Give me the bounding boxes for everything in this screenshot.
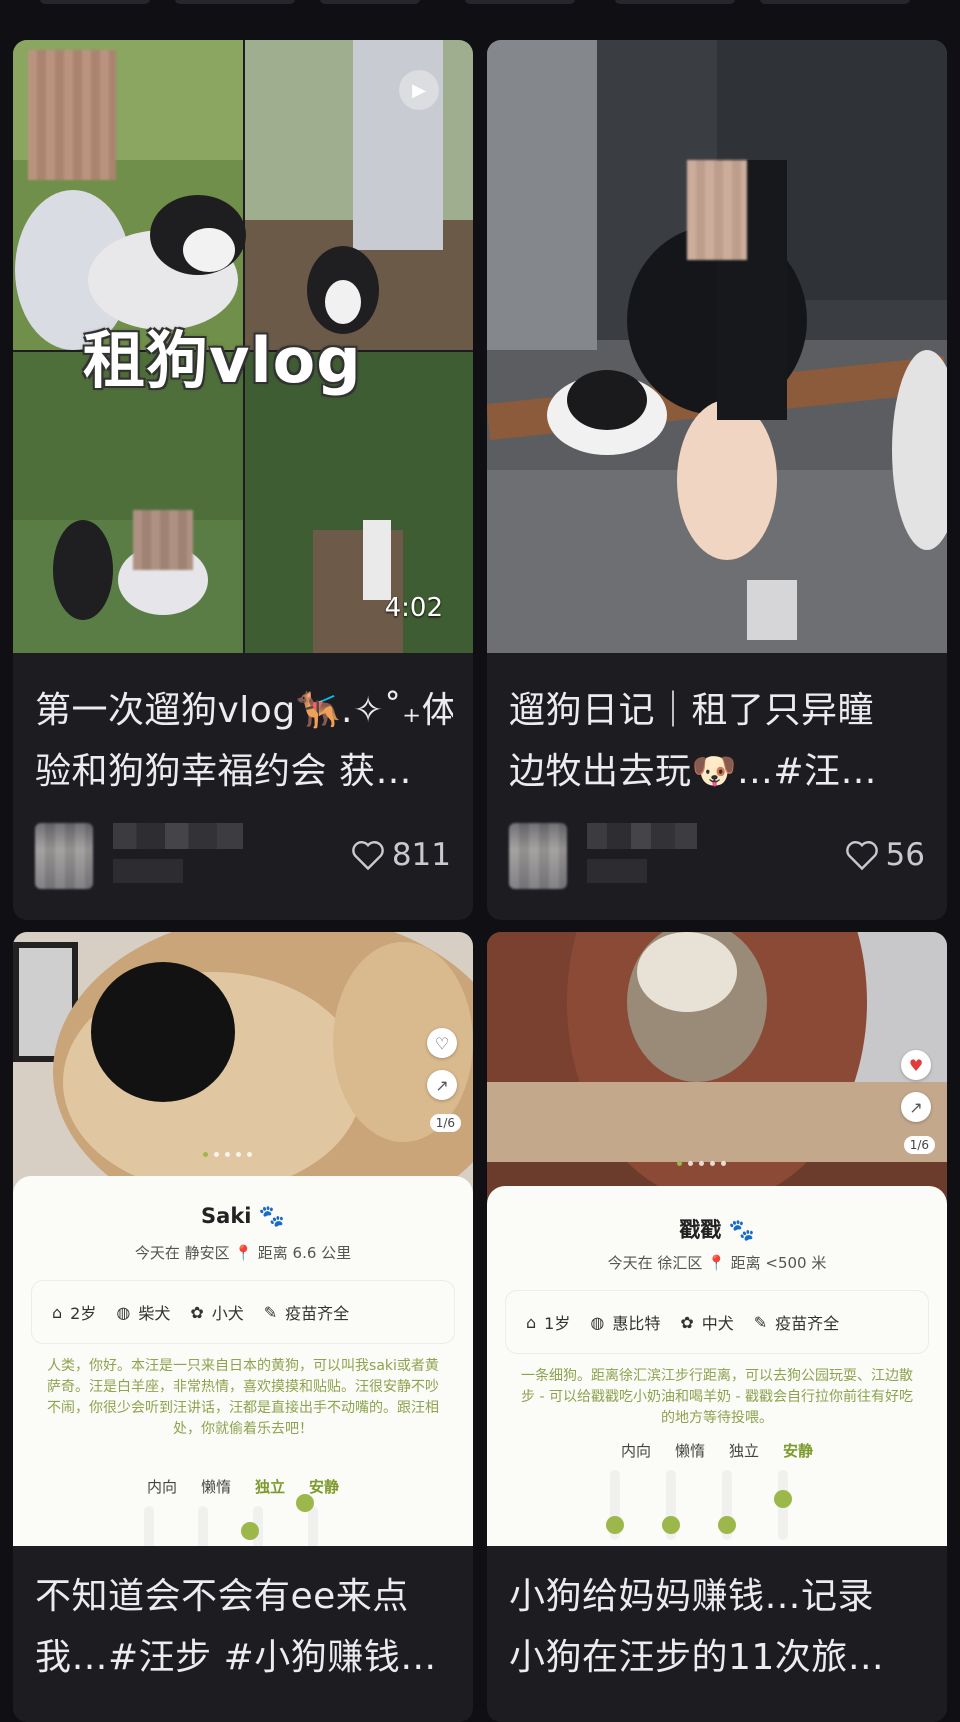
trait-level: [774, 1490, 792, 1508]
dog-face-icon: ◍: [590, 1312, 605, 1332]
age-attr: ⌂ 1岁: [526, 1312, 571, 1334]
vaccine-attr: ✎ 疫苗齐全: [753, 1312, 840, 1334]
note-meta: 56: [487, 815, 947, 895]
like-count: 811: [391, 837, 451, 873]
pet-location: 今天在 静安区 📍 距离 6.6 公里: [134, 1244, 352, 1262]
pet-attributes: ⌂ 2岁 ◍ 柴犬 ✿ 小犬 ✎ 疫苗齐全: [31, 1280, 455, 1344]
favorite-icon-active[interactable]: ♥: [901, 1050, 931, 1080]
cake-icon: ⌂: [52, 1302, 63, 1322]
pet-traits: 内向 懒惰 独立 安静: [620, 1442, 814, 1460]
share-icon[interactable]: ↗: [901, 1092, 931, 1122]
syringe-icon: ✎: [263, 1302, 278, 1322]
note-title[interactable]: 遛狗日记｜租了只异瞳 边牧出去玩🐶…#汪…: [509, 680, 927, 802]
like-count: 56: [885, 837, 925, 873]
author-avatar[interactable]: [509, 823, 567, 889]
note-title[interactable]: 小狗给妈妈赚钱…记录 小狗在汪步的11次旅…: [509, 1566, 927, 1688]
pet-traits: 内向 懒惰 独立 安静: [146, 1478, 340, 1496]
paw-icon: ✿: [680, 1312, 694, 1332]
breed-attr: ◍ 柴犬: [116, 1302, 171, 1324]
pet-profile-card: 戳戳 🐾 今天在 徐汇区 📍 距离 <500 米 ⌂ 1岁 ◍ 惠比特 ✿ 中犬 ✎ 疫…: [487, 1186, 947, 1546]
trait-level: [662, 1516, 680, 1534]
video-play-icon: ▶: [399, 70, 439, 110]
pet-description: 人类，你好。本汪是一只来自日本的黄狗，可以叫我saki或者黄萨奇。汪是白羊座，非…: [47, 1358, 439, 1437]
trait-level: [718, 1516, 736, 1534]
page-indicator: 1/6: [429, 1114, 461, 1132]
trait-level: [606, 1516, 624, 1534]
author-name-extra: [587, 859, 647, 883]
cover-overlay-text: 租狗vlog: [83, 324, 362, 397]
paw-icon: ✿: [190, 1302, 204, 1322]
pet-name: Saki 🐾: [201, 1204, 285, 1228]
note-card[interactable]: ▶ 租狗vlog 4:02 第一次遛狗vlog🐕‍🦺.✧˚₊体 验和狗狗幸福约会…: [13, 40, 473, 920]
like-button[interactable]: 811: [350, 837, 451, 873]
favorite-icon[interactable]: ♡: [427, 1028, 457, 1058]
image-cover[interactable]: ♡ ↗ 1/6 Saki 🐾 今天在 静安区 📍 距离 6.6 公里 ⌂ 2岁 ◍…: [13, 932, 473, 1546]
carousel-dots: [677, 1161, 726, 1166]
trait-level: [296, 1494, 314, 1512]
page-indicator: 1/6: [903, 1136, 935, 1154]
age-attr: ⌂ 2岁: [52, 1302, 97, 1324]
video-cover[interactable]: ▶ 租狗vlog 4:02: [13, 40, 473, 653]
heart-icon: [352, 841, 384, 871]
syringe-icon: ✎: [753, 1312, 768, 1332]
like-button[interactable]: 56: [844, 837, 925, 873]
heart-icon: [845, 841, 878, 871]
note-card[interactable]: ♥ ↗ 1/6 戳戳 🐾 今天在 徐汇区 📍 距离 <500 米 ⌂ 1岁 ◍ 惠比…: [487, 932, 947, 1722]
vaccine-attr: ✎ 疫苗齐全: [263, 1302, 350, 1324]
share-icon[interactable]: ↗: [427, 1070, 457, 1100]
size-attr: ✿ 中犬: [680, 1312, 734, 1334]
note-card[interactable]: 遛狗日记｜租了只异瞳 边牧出去玩🐶…#汪… 56: [487, 40, 947, 920]
carousel-dots: [203, 1152, 252, 1157]
note-meta: 811: [13, 815, 473, 895]
cover-image: [487, 40, 947, 653]
image-cover[interactable]: ♥ ↗ 1/6 戳戳 🐾 今天在 徐汇区 📍 距离 <500 米 ⌂ 1岁 ◍ 惠比…: [487, 932, 947, 1546]
image-cover[interactable]: [487, 40, 947, 653]
pet-name: 戳戳 🐾: [679, 1218, 755, 1242]
note-title[interactable]: 第一次遛狗vlog🐕‍🦺.✧˚₊体 验和狗狗幸福约会 获…: [35, 680, 453, 802]
note-title[interactable]: 不知道会不会有ee来点 我…#汪步 #小狗赚钱…: [35, 1566, 453, 1688]
dog-face-icon: ◍: [116, 1302, 131, 1322]
author-name[interactable]: [587, 823, 697, 849]
pet-attributes: ⌂ 1岁 ◍ 惠比特 ✿ 中犬 ✎ 疫苗齐全: [505, 1290, 929, 1354]
note-feed: ▶ 租狗vlog 4:02 第一次遛狗vlog🐕‍🦺.✧˚₊体 验和狗狗幸福约会…: [0, 0, 960, 1722]
video-duration: 4:02: [384, 593, 443, 623]
cake-icon: ⌂: [526, 1312, 537, 1332]
note-card[interactable]: ♡ ↗ 1/6 Saki 🐾 今天在 静安区 📍 距离 6.6 公里 ⌂ 2岁 ◍…: [13, 932, 473, 1722]
size-attr: ✿ 小犬: [190, 1302, 244, 1324]
author-name-extra: [113, 859, 183, 883]
author-avatar[interactable]: [35, 823, 93, 889]
author-name[interactable]: [113, 823, 243, 849]
pet-profile-card: Saki 🐾 今天在 静安区 📍 距离 6.6 公里 ⌂ 2岁 ◍ 柴犬 ✿ 小犬 ✎…: [13, 1176, 473, 1546]
breed-attr: ◍ 惠比特: [590, 1312, 661, 1334]
pet-location: 今天在 徐汇区 📍 距离 <500 米: [607, 1254, 827, 1272]
pet-description: 一条细狗。距离徐汇滨江步行距离，可以去狗公园玩耍、江边散步 - 可以给戳戳吃小奶…: [521, 1368, 913, 1426]
trait-level: [241, 1522, 259, 1540]
